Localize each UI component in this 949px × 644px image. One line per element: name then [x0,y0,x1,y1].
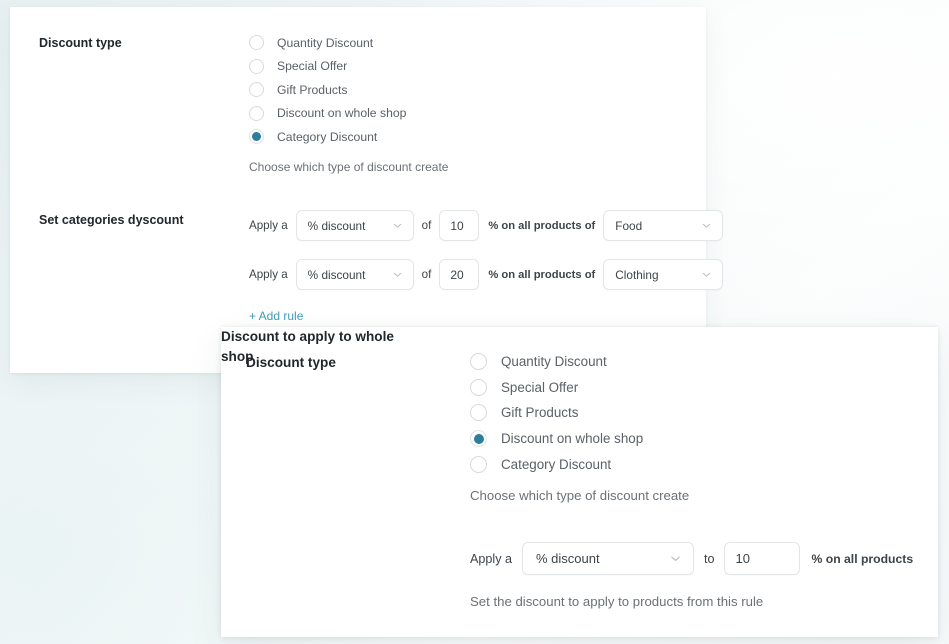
whole-shop-helper-text: Set the discount to apply to products fr… [470,594,764,609]
rule-lead-text: Apply a [470,551,513,566]
rule-mid-text: of [421,219,432,232]
rule-lead-text: Apply a [249,268,288,281]
bottom-discount-type-radio-group[interactable]: Quantity Discount Special Offer Gift Pro… [470,349,643,477]
category-select[interactable]: Food [603,210,724,241]
select-value: % discount [307,267,366,282]
radio-circle-icon [249,105,264,121]
category-rule-row: Apply a % discount of 20 % on all produc… [249,259,724,290]
rule-suffix-text: % on all products [811,551,914,566]
add-rule-link[interactable]: + Add rule [249,309,303,323]
radio-option-quantity-discount[interactable]: Quantity Discount [249,31,406,55]
radio-option-special-offer[interactable]: Special Offer [249,55,406,79]
radio-label: Gift Products [501,405,579,421]
radio-label: Special Offer [501,379,579,395]
top-discount-type-helper-text: Choose which type of discount create [249,160,449,174]
discount-amount-input[interactable]: 20 [439,259,480,290]
radio-label: Discount on whole shop [501,431,644,447]
discount-amount-input[interactable]: 10 [439,210,480,241]
radio-circle-icon [249,82,264,98]
discount-amount-input[interactable]: 10 [723,542,800,575]
rule-suffix-text: % on all products of [488,268,596,281]
radio-option-gift-products[interactable]: Gift Products [470,400,643,426]
radio-label: Quantity Discount [501,354,607,370]
radio-circle-icon [470,378,487,396]
radio-option-quantity-discount[interactable]: Quantity Discount [470,349,643,375]
set-categories-discount-label: Set categories dyscount [39,213,184,227]
chevron-down-icon [391,268,404,281]
chevron-down-icon [700,219,713,232]
radio-circle-icon [470,353,487,371]
bottom-discount-type-helper-text: Choose which type of discount create [470,488,690,503]
select-value: Food [615,218,643,233]
app-background: Discount type Quantity Discount Special … [0,0,949,644]
radio-option-discount-on-whole-shop[interactable]: Discount on whole shop [249,102,406,126]
discount-type-select[interactable]: % discount [295,210,414,241]
category-rule-row: Apply a % discount of 10 % on all produc… [249,210,724,241]
category-discount-card: Discount type Quantity Discount Special … [10,7,724,373]
select-value: % discount [536,551,600,566]
whole-shop-discount-card: Discount type Quantity Discount Special … [221,327,938,637]
chevron-down-icon [700,268,713,281]
radio-option-special-offer[interactable]: Special Offer [470,375,643,401]
chevron-down-icon [391,219,404,232]
radio-label: Discount on whole shop [277,106,407,121]
rule-mid-text: to [704,551,715,566]
radio-circle-selected-icon [249,129,264,145]
radio-label: Special Offer [277,59,348,74]
category-select[interactable]: Clothing [603,259,724,290]
select-value: Clothing [615,267,659,282]
bottom-discount-type-label: Discount type [246,355,336,370]
radio-label: Category Discount [277,129,378,144]
radio-circle-icon [470,404,487,422]
radio-label: Gift Products [277,82,348,97]
radio-circle-selected-icon [470,430,487,448]
rule-lead-text: Apply a [249,219,288,232]
radio-option-category-discount[interactable]: Category Discount [470,451,643,477]
select-value: % discount [307,218,366,233]
radio-option-gift-products[interactable]: Gift Products [249,78,406,102]
radio-circle-icon [249,58,264,74]
discount-type-select[interactable]: % discount [522,542,695,575]
radio-option-category-discount[interactable]: Category Discount [249,125,406,149]
rule-mid-text: of [421,268,432,281]
radio-circle-icon [470,455,487,473]
rule-suffix-text: % on all products of [488,219,596,232]
top-discount-type-radio-group[interactable]: Quantity Discount Special Offer Gift Pro… [249,31,406,149]
top-discount-type-label: Discount type [39,36,122,50]
whole-shop-rule-row: Apply a % discount to 10 % on all produc… [470,542,913,575]
input-value: 10 [450,218,464,233]
input-value: 20 [450,267,464,282]
radio-option-discount-on-whole-shop[interactable]: Discount on whole shop [470,426,643,452]
radio-label: Quantity Discount [277,35,374,50]
radio-label: Category Discount [501,456,612,472]
input-value: 10 [735,551,750,566]
discount-type-select[interactable]: % discount [295,259,414,290]
chevron-down-icon [668,551,683,566]
radio-circle-icon [249,35,264,51]
